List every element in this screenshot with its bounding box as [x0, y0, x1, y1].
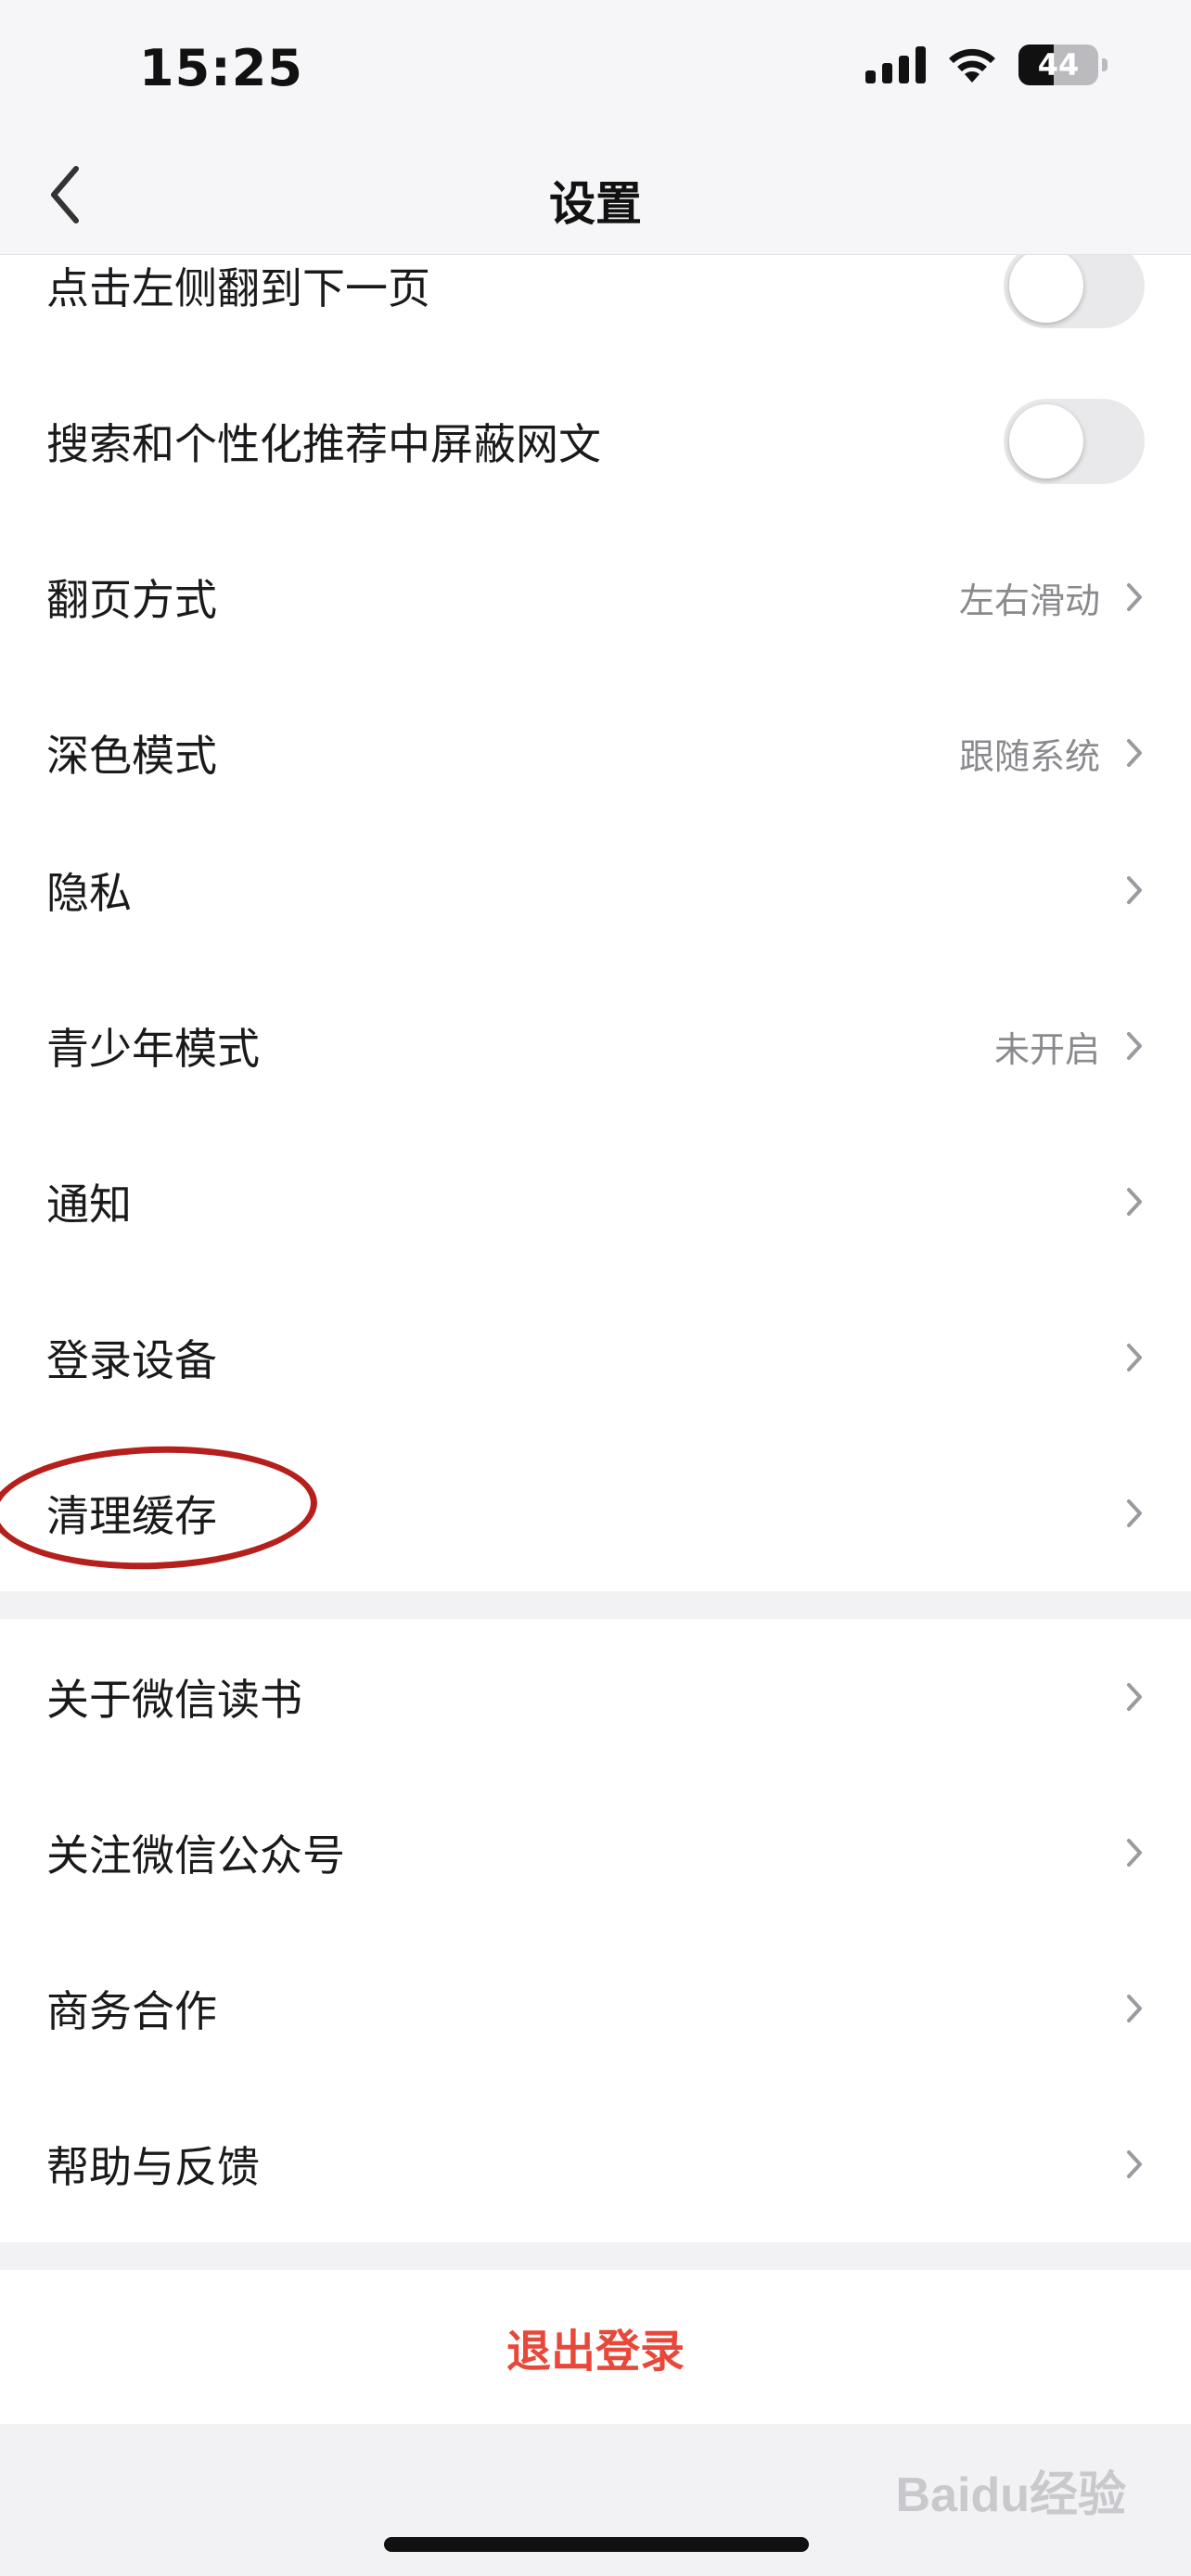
- settings-row-tap-left-page[interactable]: 点击左侧翻到下一页: [0, 254, 1191, 363]
- cellular-signal-icon: [865, 46, 926, 83]
- row-value: 左右滑动: [958, 580, 1100, 621]
- wifi-icon: [949, 48, 995, 83]
- status-bar: 15:25 44: [0, 0, 1191, 139]
- baidu-watermark: Baidu经验: [895, 2468, 1126, 2522]
- chevron-right-icon: [1124, 1341, 1145, 1374]
- nav-bar: 设置: [0, 139, 1191, 255]
- row-label: 商务合作: [46, 1986, 217, 2036]
- settings-row-page-turn[interactable]: 翻页方式 左右滑动: [0, 519, 1191, 675]
- row-label: 隐私: [46, 868, 132, 918]
- chevron-right-icon: [1124, 1836, 1145, 1869]
- row-value: 未开启: [993, 1028, 1100, 1070]
- status-icons: 44: [865, 45, 1108, 85]
- logout-button[interactable]: 退出登录: [0, 2270, 1191, 2424]
- chevron-right-icon: [1124, 1680, 1145, 1714]
- row-label: 深色模式: [46, 731, 217, 781]
- row-label: 点击左侧翻到下一页: [46, 263, 430, 313]
- chevron-right-icon: [1124, 874, 1145, 907]
- settings-row-block-web-novels[interactable]: 搜索和个性化推荐中屏蔽网文: [0, 363, 1191, 519]
- page-title: 设置: [549, 177, 642, 231]
- settings-row-business[interactable]: 商务合作: [0, 1931, 1191, 2086]
- settings-row-help-feedback[interactable]: 帮助与反馈: [0, 2086, 1191, 2242]
- chevron-right-icon: [1124, 1992, 1145, 2025]
- battery-level: 44: [1037, 47, 1080, 83]
- chevron-right-icon: [1124, 580, 1145, 614]
- logout-label: 退出登录: [506, 2326, 685, 2378]
- settings-row-login-devices[interactable]: 登录设备: [0, 1280, 1191, 1435]
- settings-section-about: 关于微信读书 关注微信公众号 商务合作 帮助与反馈: [0, 1619, 1191, 2242]
- row-label: 帮助与反馈: [46, 2142, 260, 2192]
- settings-row-follow-official-account[interactable]: 关注微信公众号: [0, 1775, 1191, 1931]
- chevron-right-icon: [1124, 1497, 1145, 1530]
- chevron-right-icon: [1124, 1029, 1145, 1063]
- row-label: 通知: [46, 1180, 132, 1230]
- row-label: 搜索和个性化推荐中屏蔽网文: [46, 419, 601, 469]
- chevron-right-icon: [1124, 2148, 1145, 2181]
- settings-row-privacy[interactable]: 隐私: [0, 812, 1191, 968]
- battery-icon: 44: [1018, 45, 1108, 85]
- settings-row-about[interactable]: 关于微信读书: [0, 1619, 1191, 1775]
- settings-section-display: 点击左侧翻到下一页 搜索和个性化推荐中屏蔽网文 翻页方式 左右滑动 深色模式 跟…: [0, 254, 1191, 831]
- row-label: 关注微信公众号: [46, 1830, 345, 1881]
- row-label: 青少年模式: [46, 1024, 260, 1074]
- toggle-switch[interactable]: [1004, 254, 1145, 328]
- settings-row-notifications[interactable]: 通知: [0, 1124, 1191, 1280]
- row-value: 跟随系统: [958, 735, 1100, 777]
- row-label: 关于微信读书: [46, 1675, 302, 1725]
- chevron-right-icon: [1124, 736, 1145, 770]
- settings-row-teen-mode[interactable]: 青少年模式 未开启: [0, 968, 1191, 1124]
- toggle-switch[interactable]: [1004, 399, 1145, 484]
- home-indicator[interactable]: [384, 2537, 809, 2552]
- row-label: 翻页方式: [46, 575, 217, 625]
- settings-row-dark-mode[interactable]: 深色模式 跟随系统: [0, 675, 1191, 831]
- row-label: 登录设备: [46, 1335, 217, 1385]
- status-time: 15:25: [139, 39, 303, 97]
- chevron-right-icon: [1124, 1185, 1145, 1218]
